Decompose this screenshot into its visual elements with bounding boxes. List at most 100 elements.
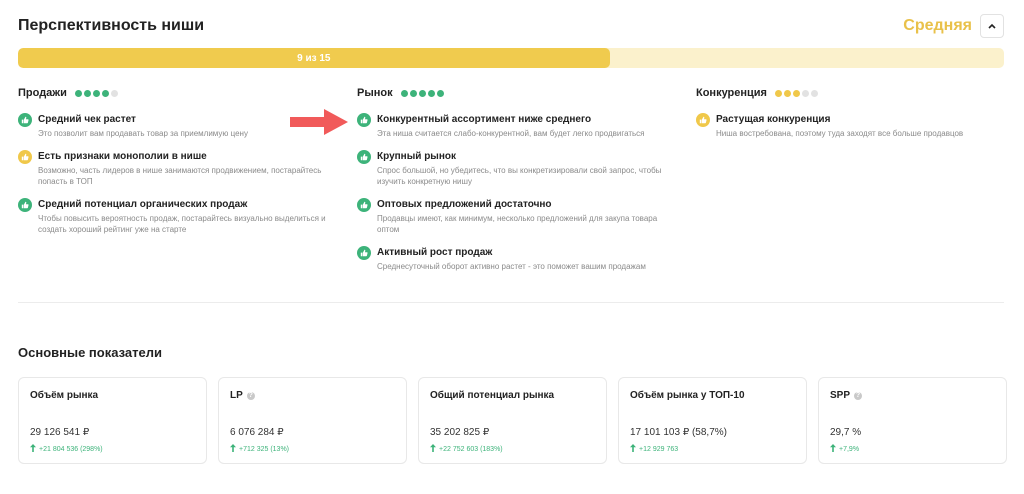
criteria-column-title: Рынок [357,87,393,99]
metric-card: Общий потенциал рынка 35 202 825 ₽ +22 752… [418,377,607,464]
score-dot [400,89,408,97]
criteria-item-description: Среднесуточный оборот активно растет - э… [377,262,646,271]
metric-card: LP? 6 076 284 ₽ +712 325 (13%) [218,377,407,464]
criteria-item-title: Средний потенциал органических продаж [38,199,248,210]
score-dot [101,89,109,97]
thumb-up-icon [18,198,32,212]
score-dot [774,89,782,97]
arrow-up-icon [230,444,236,454]
criteria-item-description: Спрос большой, но убедитесь, что вы конк… [377,166,662,186]
criteria-item-title: Оптовых предложений достаточно [377,199,552,210]
thumb-up-icon [18,150,32,164]
niche-progress-label: 9 из 15 [297,52,331,64]
pointer-arrow-icon [290,109,348,135]
metric-card-delta: +712 325 (13%) [230,444,289,454]
arrow-up-icon [830,444,836,454]
criteria-column: Конкуренция Растущая конкуренция Ниша вост… [696,86,1016,150]
criteria-column-header: Рынок [357,86,677,100]
criteria-column-title: Конкуренция [696,87,767,99]
metric-card-title-row: Объём рынка у ТОП-10 [630,390,745,401]
thumb-up-icon [357,113,371,127]
criteria-item-title: Конкурентный ассортимент ниже среднего [377,114,592,125]
metrics-cards: Объём рынка 29 126 541 ₽ +21 804 536 (298%… [18,377,1007,464]
thumb-up-icon [357,198,371,212]
metric-card-title-row: Объём рынка [30,390,98,401]
score-dot [427,89,435,97]
divider [18,302,1004,303]
metric-card-delta-value: +712 325 (13%) [239,445,290,453]
metric-card: Объём рынка у ТОП-10 17 101 103 ₽ (58,7%)… [618,377,807,464]
score-dot [792,89,800,97]
metric-card-value: 6 076 284 ₽ [230,427,284,438]
thumb-up-icon [696,113,710,127]
metric-card-delta: +22 752 603 (183%) [430,444,503,454]
score-dot [92,89,100,97]
thumb-up-icon [18,113,32,127]
metric-card-title: LP [230,390,243,401]
metric-card-delta: +7,9% [830,444,859,454]
criteria-item: Оптовых предложений достаточно Продавцы и… [357,198,677,235]
score-dot [783,89,791,97]
score-dots [74,89,118,97]
criteria-column-header: Конкуренция [696,86,1016,100]
criteria-item: Крупный рынок Спрос большой, но убедитесь… [357,150,677,187]
criteria-item-title: Крупный рынок [377,151,456,162]
metric-card-title: Объём рынка [30,390,99,401]
arrow-up-icon [630,444,636,454]
metric-card-title-row: LP? [230,390,255,401]
criteria-item-description: Эта ниша считается слабо-конкурентной, в… [377,129,645,138]
criteria-item: Активный рост продаж Среднесуточный оборо… [357,246,677,272]
criteria-item-title: Активный рост продаж [377,247,493,258]
metric-card-title-row: Общий потенциал рынка [430,390,554,401]
criteria-item: Растущая конкуренция Ниша востребована, п… [696,113,1016,139]
criteria-item-description: Чтобы повысить вероятность продаж, поста… [38,214,326,234]
criteria-column-title: Продажи [18,87,67,99]
metric-card-title: SPP [830,390,851,401]
metric-card-delta: +21 804 536 (298%) [30,444,103,454]
help-icon[interactable]: ? [246,391,255,400]
help-icon[interactable]: ? [854,391,863,400]
niche-title: Перспективность ниши [18,17,205,34]
metric-card-delta-value: +12 929 763 [639,445,679,453]
collapse-button[interactable] [980,14,1004,38]
score-dots [400,89,444,97]
metric-card-delta-value: +22 752 603 (183%) [439,445,503,453]
criteria-item-title: Есть признаки монополии в нише [38,151,207,162]
criteria-item-description: Ниша востребована, поэтому туда заходят … [716,129,964,138]
metric-card-delta-value: +7,9% [839,445,860,453]
criteria-item: Конкурентный ассортимент ниже среднего Эт… [357,113,677,139]
criteria-column: Рынок Конкурентный ассортимент ниже средн… [357,86,677,283]
score-dot [801,89,809,97]
metric-card-value: 29,7 % [830,427,862,438]
metric-card-title: Объём рынка у ТОП-10 [630,390,745,401]
metric-card-value: 17 101 103 ₽ (58,7%) [630,427,727,438]
score-dot [74,89,82,97]
criteria-item-description: Продавцы имеют, как минимум, несколько п… [377,214,658,234]
metric-card: Объём рынка 29 126 541 ₽ +21 804 536 (298%… [18,377,207,464]
criteria-item-description: Возможно, часть лидеров в нише занимаютс… [38,166,322,186]
criteria-column-header: Продажи [18,86,338,100]
score-dots [774,89,818,97]
criteria-item-title: Растущая конкуренция [716,114,831,125]
metric-card: SPP? 29,7 % +7,9% [818,377,1007,464]
thumb-up-icon [357,246,371,260]
metric-card-value: 29 126 541 ₽ [30,427,90,438]
metric-card-delta-value: +21 804 536 (298%) [39,445,103,453]
metric-card-delta: +12 929 763 [630,444,678,454]
score-dot [409,89,417,97]
metrics-section-title: Основные показатели [18,345,162,360]
niche-progress-bar: 9 из 15 [18,48,1004,68]
metric-card-value: 35 202 825 ₽ [430,427,490,438]
criteria-item: Есть признаки монополии в нише Возможно, … [18,150,338,187]
score-dot [83,89,91,97]
criteria-item: Средний потенциал органических продаж Что… [18,198,338,235]
score-dot [110,89,118,97]
metric-card-title-row: SPP? [830,390,863,401]
thumb-up-icon [357,150,371,164]
arrow-up-icon [430,444,436,454]
chevron-up-icon [988,23,996,29]
score-dot [810,89,818,97]
arrow-up-icon [30,444,36,454]
metric-card-title: Общий потенциал рынка [430,390,555,401]
niche-rating: Средняя [903,17,972,34]
